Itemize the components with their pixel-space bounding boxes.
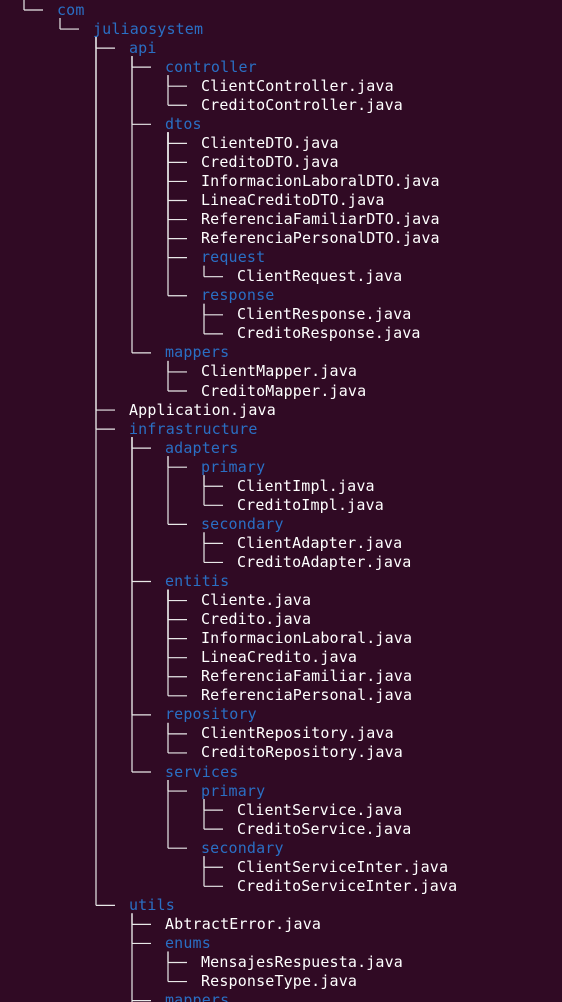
tree-folder-entry: secondary xyxy=(201,514,284,533)
tree-file-entry: CreditoImpl.java xyxy=(237,495,384,514)
tree-file-entry: ReferenciaPersonal.java xyxy=(201,686,413,705)
terminal-window: com juliaosystem api controller ClientContro… xyxy=(0,0,562,1002)
tree-folder-entry: adapters xyxy=(165,438,239,457)
tree-file-entry: CreditoServiceInter.java xyxy=(237,876,458,895)
tree-file-entry: ClienteDTO.java xyxy=(201,133,339,152)
tree-file-entry: CreditoDTO.java xyxy=(201,152,339,171)
tree-file-entry: CreditoController.java xyxy=(201,95,403,114)
tree-file-entry: MensajesRespuesta.java xyxy=(201,953,403,971)
tree-file-entry: ClientController.java xyxy=(201,76,394,95)
tree-file-entry: InformacionLaboralDTO.java xyxy=(201,171,440,190)
tree-folder-entry: response xyxy=(201,286,275,305)
tree-folder-entry: mappers xyxy=(165,343,230,362)
tree-folder-entry: api xyxy=(129,38,157,57)
tree-file-entry: ResponseType.java xyxy=(201,972,358,991)
tree-file-entry: ClientResponse.java xyxy=(237,305,412,324)
tree-file-entry: ClientService.java xyxy=(237,800,403,819)
tree-file-entry: AbtractError.java xyxy=(165,914,322,933)
tree-file-entry: LineaCredito.java xyxy=(201,648,358,667)
tree-file-entry: ClientImpl.java xyxy=(237,476,375,495)
tree-folder-entry: mappers xyxy=(165,991,230,1002)
tree-folder-entry: juliaosystem xyxy=(93,19,204,38)
tree-file-entry: Credito.java xyxy=(201,610,312,629)
tree-file-entry: ClientRepository.java xyxy=(201,724,394,743)
tree-file-entry: ClientServiceInter.java xyxy=(237,857,449,876)
tree-folder-entry: dtos xyxy=(165,114,202,133)
tree-file-entry: ClientAdapter.java xyxy=(237,533,403,552)
tree-file-entry: Application.java xyxy=(129,400,276,419)
tree-file-entry: ReferenciaFamiliar.java xyxy=(201,667,413,686)
tree-folder-entry: primary xyxy=(201,781,266,800)
tree-file-entry: InformacionLaboral.java xyxy=(201,629,413,648)
tree-file-entry: CreditoRepository.java xyxy=(201,743,403,762)
tree-folder-entry: secondary xyxy=(201,838,284,857)
tree-file-entry: CreditoAdapter.java xyxy=(237,552,412,571)
tree-folder-entry: request xyxy=(201,248,266,267)
tree-folder-entry: com xyxy=(57,0,85,19)
tree-file-entry: CreditoService.java xyxy=(237,819,412,838)
tree-folder-entry: infrastructure xyxy=(129,419,258,438)
tree-file-entry: ClientRequest.java xyxy=(237,267,403,286)
tree-folder-entry: primary xyxy=(201,457,266,476)
tree-file-entry: CreditoMapper.java xyxy=(201,381,367,400)
tree-folder-entry: entitis xyxy=(165,572,230,590)
tree-file-entry: Cliente.java xyxy=(201,591,312,610)
tree-file-entry: ReferenciaPersonalDTO.java xyxy=(201,229,440,248)
tree-file-entry: CreditoResponse.java xyxy=(237,324,421,343)
tree-folder-entry: utils xyxy=(129,895,175,914)
tree-file-entry: ClientMapper.java xyxy=(201,362,358,381)
tree-folder-entry: enums xyxy=(165,933,211,952)
tree-folder-entry: services xyxy=(165,762,239,781)
tree-file-entry: ReferenciaFamiliarDTO.java xyxy=(201,210,440,229)
tree-folder-entry: controller xyxy=(165,57,257,76)
tree-file-entry: LineaCreditoDTO.java xyxy=(201,191,385,209)
tree-folder-entry: repository xyxy=(165,705,257,724)
